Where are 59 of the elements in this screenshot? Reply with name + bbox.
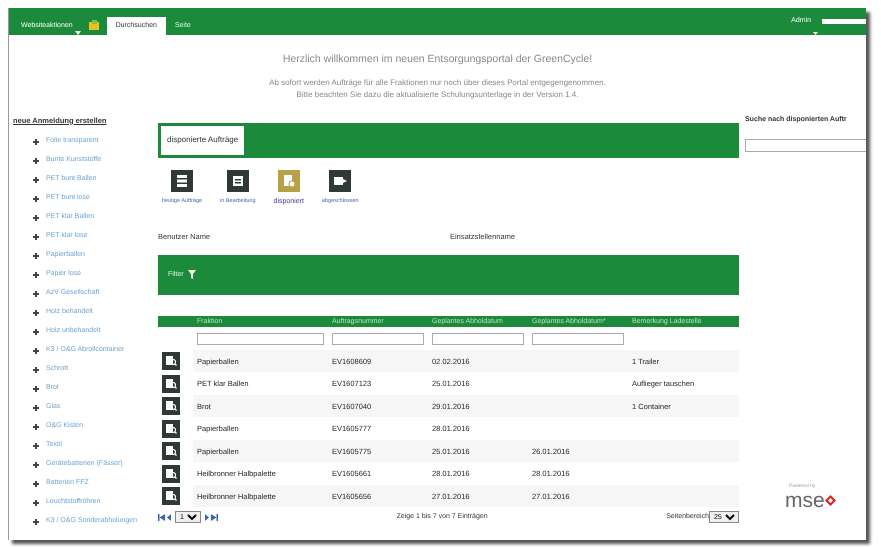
view-details-button[interactable]: [162, 442, 180, 460]
plus-icon: [33, 158, 39, 164]
status-icon: [278, 170, 300, 192]
plus-icon: [33, 366, 39, 372]
plus-icon: [33, 138, 39, 144]
plus-icon: [33, 348, 39, 354]
plus-icon: [33, 252, 39, 258]
status-icon: [171, 170, 194, 192]
welcome-text: Bitte beachten Sie dazu die aktualisierte Schulungsunterlage in der Version 1.4.: [296, 88, 580, 101]
next-page-icon[interactable]: [204, 514, 209, 521]
document-search-icon: [165, 468, 177, 480]
filter-input[interactable]: [432, 332, 524, 345]
plus-icon: [33, 196, 39, 202]
document-search-icon: [165, 445, 177, 458]
plus-icon: [33, 310, 39, 316]
document-search-icon: [165, 355, 177, 368]
previous-page-icon[interactable]: [167, 514, 172, 521]
view-details-button[interactable]: [162, 352, 180, 370]
plus-icon: [33, 462, 39, 468]
filter-input[interactable]: [532, 332, 624, 345]
document-search-icon: [165, 378, 177, 390]
search-field[interactable]: [822, 19, 866, 24]
first-page-icon[interactable]: [158, 514, 165, 521]
view-details-button[interactable]: [162, 397, 180, 416]
last-page-icon[interactable]: [211, 514, 218, 521]
plus-icon: [33, 272, 39, 278]
plus-icon: [33, 424, 39, 430]
view-details-button[interactable]: [162, 464, 180, 483]
plus-icon: [33, 404, 39, 410]
plus-icon: [33, 176, 39, 182]
plus-icon: [33, 442, 39, 448]
document-search-icon: [165, 422, 177, 435]
status-icon: [329, 170, 352, 192]
document-search-icon: [165, 490, 177, 502]
caret-icon: [74, 31, 81, 35]
logo-text: mse: [785, 490, 825, 511]
diamond-logo-icon: [824, 495, 836, 506]
plus-icon: [33, 214, 39, 220]
plus-icon: [33, 234, 39, 240]
search-input[interactable]: [745, 139, 866, 152]
view-details-button[interactable]: [162, 374, 180, 393]
folder-icon: [88, 20, 99, 30]
view-details-button[interactable]: [162, 487, 180, 506]
welcome-text: Ab sofort werden Aufträge für alle Fraktionen nur noch über dieses Portal entgegengenommen.: [268, 76, 607, 89]
plus-icon: [33, 518, 39, 524]
plus-icon: [33, 290, 39, 296]
document-search-icon: [165, 400, 177, 412]
plus-icon: [33, 386, 39, 392]
caret-icon: [813, 32, 818, 35]
plus-icon: [33, 500, 39, 506]
view-details-button[interactable]: [162, 420, 180, 438]
welcome-title: Herzlich willkommen im neuen Entsorgungsportal der GreenCycle!: [282, 52, 594, 67]
filter-input[interactable]: [197, 332, 324, 345]
status-icon: [226, 170, 249, 192]
panel-title: disponierte Aufträge: [161, 126, 244, 155]
filter-icon[interactable]: [188, 270, 196, 280]
plus-icon: [33, 328, 39, 334]
filter-input[interactable]: [332, 332, 424, 345]
plus-icon: [33, 480, 39, 486]
